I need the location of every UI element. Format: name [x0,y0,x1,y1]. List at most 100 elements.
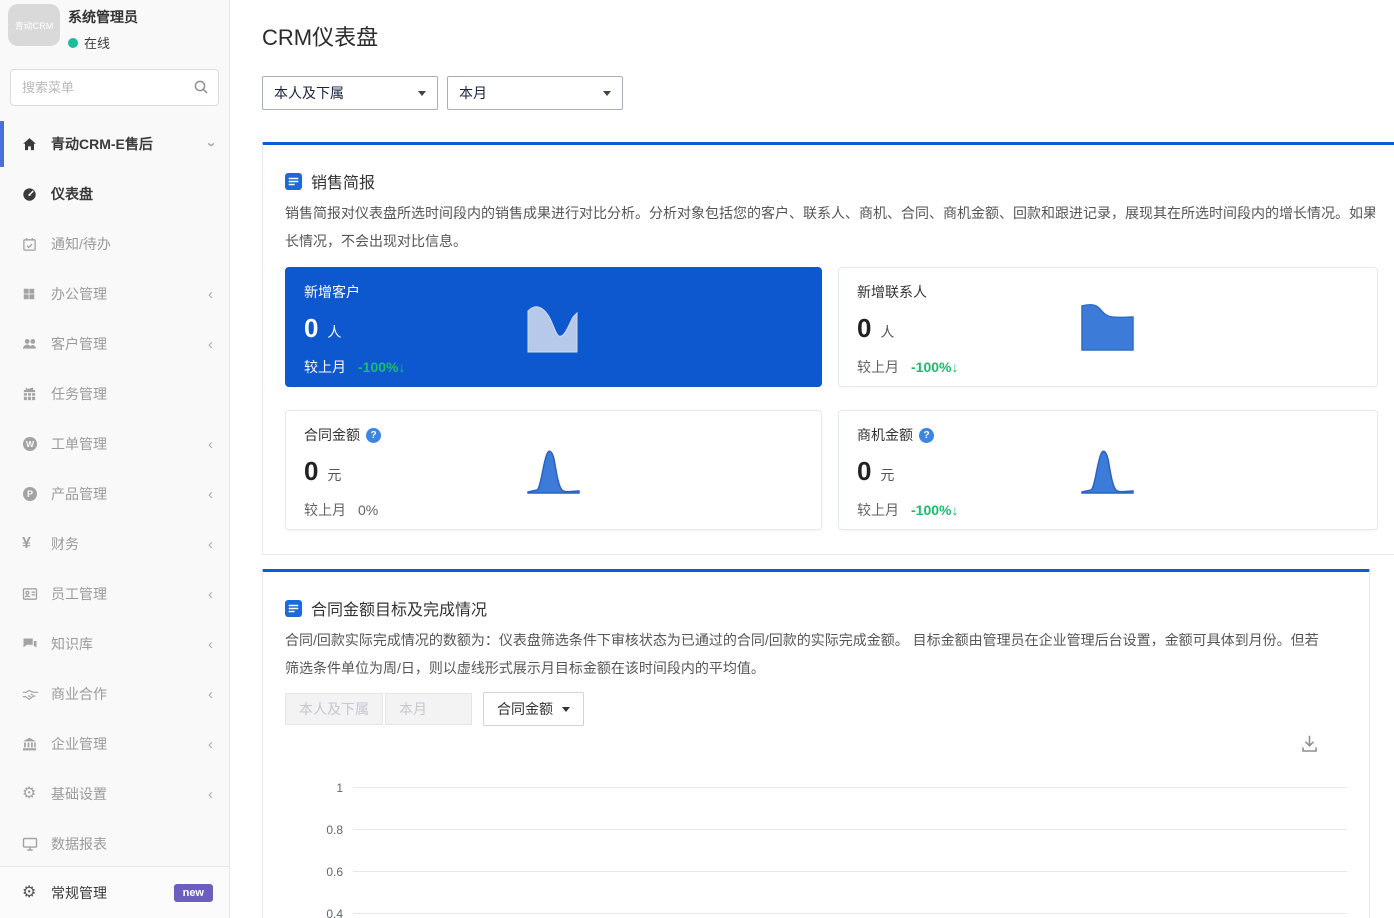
user-name: 系统管理员 [68,9,138,25]
period-select-value: 本月 [459,85,487,101]
scope-select-value: 本人及下属 [274,85,344,101]
scope-select[interactable]: 本人及下属 [262,76,438,110]
chevron-left-icon: ‹ [208,285,213,303]
sidebar-item-data-reports[interactable]: 数据报表 [0,819,229,866]
y-axis-tick: 0.8 [326,822,343,837]
sidebar-item-cooperation[interactable]: 商业合作 ‹ [0,669,229,719]
online-status-dot [68,37,78,48]
sales-brief-desc-line2: 长情况，不会出现对比信息。 [285,233,467,249]
stat-compare: 较上月 -100%↓ [857,359,959,375]
period-select[interactable]: 本月 [447,76,623,110]
stat-value: 0 人 [857,313,895,343]
windows-icon [22,287,43,301]
chevron-left-icon: ‹ [208,435,213,453]
chevron-left-icon: ‹ [208,585,213,603]
stat-card-opportunity-amount[interactable]: 商机金额? 0 元较上月 -100%↓ [838,410,1378,530]
search-icon [193,79,209,100]
chevron-left-icon: ‹ [208,685,213,703]
sidebar-item-office[interactable]: 办公管理 ‹ [0,269,229,319]
new-badge: new [173,883,213,902]
stat-value: 0 人 [304,313,342,343]
metric-select[interactable]: 合同金额 [483,692,584,726]
stat-card-new-customers[interactable]: 新增客户 0 人较上月 -100%↓ [285,267,822,387]
stat-card-new-contacts[interactable]: 新增联系人 0 人较上月 -100%↓ [838,267,1378,387]
chart-grid-row: 0.4 [285,907,1347,918]
app-logo: 青动CRM [8,4,60,46]
gridline [353,871,1347,872]
main-content: CRM仪表盘 本人及下属 本月 销售简报 销售简报对仪表盘所选时间段内的销售成果… [230,0,1394,918]
sales-brief-card: 销售简报 销售简报对仪表盘所选时间段内的销售成果进行对比分析。分析对象包括您的客… [262,142,1394,555]
sidebar-item-label: 青动CRM-E售后 [51,136,153,152]
stat-label: 商机金额 [857,427,913,443]
sidebar-item-root-app[interactable]: 青动CRM-E售后 ‹ [0,119,229,169]
sidebar-item-tasks[interactable]: 任务管理 [0,369,229,419]
sidebar-item-label: 数据报表 [51,836,107,852]
help-icon[interactable]: ? [919,427,934,443]
chevron-left-icon: ‹ [208,635,213,653]
sidebar-item-label: 常规管理 [51,884,107,901]
sidebar-item-label: 商业合作 [51,686,107,702]
stat-value: 0 元 [304,456,342,486]
sidebar-item-dashboard[interactable]: 仪表盘 [0,169,229,219]
sidebar-item-knowledge-base[interactable]: 知识库 ‹ [0,619,229,669]
y-axis-tick: 0.6 [326,864,343,879]
sidebar-item-label: 仪表盘 [51,186,93,202]
compare-value: -100%↓ [911,359,959,375]
sidebar-item-label: 工单管理 [51,436,107,452]
stat-label: 新增客户 [304,284,360,300]
sidebar-item-label: 企业管理 [51,736,107,752]
report-icon [285,172,302,190]
sidebar-item-base-settings[interactable]: ⚙ 基础设置 ‹ [0,769,229,819]
chart-toolbar [285,734,1347,753]
chevron-left-icon: ‹ [208,785,213,803]
w-circle-icon: W [22,436,43,452]
stat-label: 新增联系人 [857,284,927,300]
comments-icon [22,636,43,652]
chart-grid-row: 0.6 [285,864,1347,879]
stat-compare: 较上月 -100%↓ [304,359,406,375]
sidebar-item-employees[interactable]: 员工管理 ‹ [0,569,229,619]
help-icon[interactable]: ? [366,427,381,443]
sidebar-item-general-admin[interactable]: ⚙ 常规管理 new [0,866,229,918]
sidebar-item-work-orders[interactable]: W 工单管理 ‹ [0,419,229,469]
chevron-left-icon: ‹ [208,485,213,503]
sidebar-item-label: 基础设置 [51,786,107,802]
users-icon [22,336,43,352]
page-title: CRM仪表盘 [262,25,379,50]
contract-target-card: 合同金额目标及完成情况 合同/回款实际完成情况的数额为：仪表盘筛选条件下审核状态… [262,569,1370,918]
stat-unit: 人 [323,324,342,340]
calendar-check-icon [22,237,43,252]
stat-label: 合同金额 [304,427,360,443]
sidebar-header: 青动CRM 系统管理员 在线 [0,0,229,52]
gridline [353,913,1347,914]
sales-brief-header: 销售简报 [285,169,1375,193]
sidebar-menu: 青动CRM-E售后 ‹ 仪表盘 通知/待办 办公管理 ‹ 客户管理 ‹ 任务管理 W 工单管理 ‹ P 产… [0,119,229,866]
sidebar-item-label: 通知/待办 [51,236,111,252]
sidebar-item-products[interactable]: P 产品管理 ‹ [0,469,229,519]
sidebar-item-label: 知识库 [51,636,93,652]
chart-grid-row: 0.8 [285,822,1347,837]
gridline [353,787,1347,788]
report-icon [285,599,302,617]
caret-down-icon [418,90,426,96]
search-input[interactable] [10,69,219,106]
y-axis-tick: 1 [336,780,343,795]
stat-card-contract-amount[interactable]: 合同金额? 0 元较上月 0% [285,410,822,530]
stat-unit: 元 [876,467,895,483]
idcard-icon [22,586,43,602]
sidebar-item-enterprise[interactable]: 企业管理 ‹ [0,719,229,769]
sidebar-item-notifications[interactable]: 通知/待办 [0,219,229,269]
period-filter-disabled: 本月 [385,693,472,725]
p-circle-icon: P [22,486,43,502]
sidebar-item-finance[interactable]: ¥ 财务 ‹ [0,519,229,569]
user-info: 系统管理员 在线 [68,4,138,52]
y-axis-tick: 0.4 [326,906,343,918]
sidebar-item-label: 任务管理 [51,386,107,402]
contract-target-desc-line2: 筛选条件单位为周/日，则以虚线形式展示月目标金额在该时间段内的平均值。 [285,660,765,676]
sidebar-item-customers[interactable]: 客户管理 ‹ [0,319,229,369]
target-chart: 1 0.8 0.6 0.4 [285,781,1347,918]
download-icon[interactable] [1300,734,1319,753]
caret-down-icon [603,90,611,96]
yen-icon: ¥ [22,535,31,552]
metric-select-value: 合同金额 [497,701,553,717]
